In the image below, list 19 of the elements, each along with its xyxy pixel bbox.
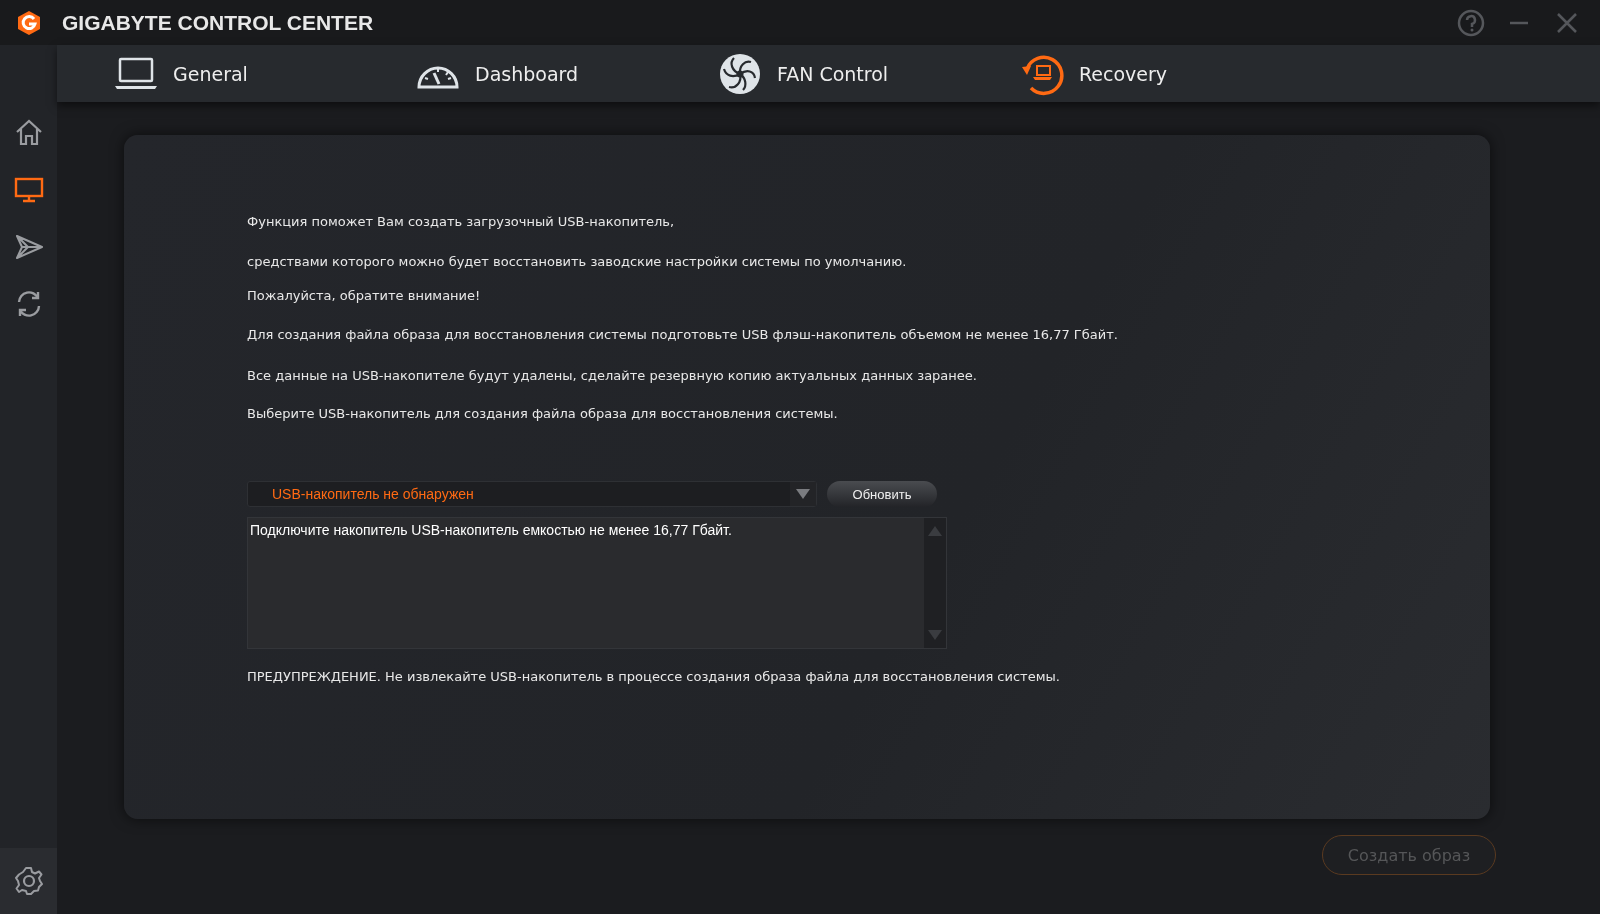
warning-text: ПРЕДУПРЕЖДЕНИЕ. Не извлекайте USB-накопитель в процессе создания образа файла для восстановления системы. (247, 669, 1061, 684)
log-box: Подключите накопитель USB-накопитель емкостью не менее 16,77 Гбайт. (247, 517, 947, 649)
tab[interactable]: General (113, 45, 415, 102)
info-text: Пожалуйста, обратите внимание! (247, 288, 482, 304)
info-text: Выберите USB-накопитель для создания файла образа для восстановления системы. (247, 406, 839, 422)
caret-icon (796, 489, 810, 499)
drive-dropdown[interactable]: USB-накопитель не обнаружен (247, 481, 817, 507)
info-text: Все данные на USB-накопителе будут удалены, сделайте резервную копию актуальных данных заранее. (247, 368, 978, 384)
info-text: Для создания файла образа для восстановления системы подготовьте USB флэш-накопитель объемом не менее 16,77 Гбайт. (247, 327, 1119, 343)
app-logo-icon (16, 9, 42, 36)
window-title: GIGABYTE CONTROL CENTER (62, 10, 375, 35)
tab[interactable]: FAN Control (717, 45, 1019, 102)
settings-icon[interactable] (12, 865, 45, 897)
tab[interactable]: Recovery (1019, 45, 1321, 102)
info-text: средствами которого можно будет восстановить заводские настройки системы по умолчанию. (247, 254, 908, 270)
tab[interactable]: Dashboard (415, 45, 717, 102)
help-icon[interactable] (1456, 7, 1486, 38)
info-text: Функция поможет Вам создать загрузочный USB-накопитель, (247, 214, 676, 230)
refresh-button[interactable]: Обновить (827, 481, 937, 507)
